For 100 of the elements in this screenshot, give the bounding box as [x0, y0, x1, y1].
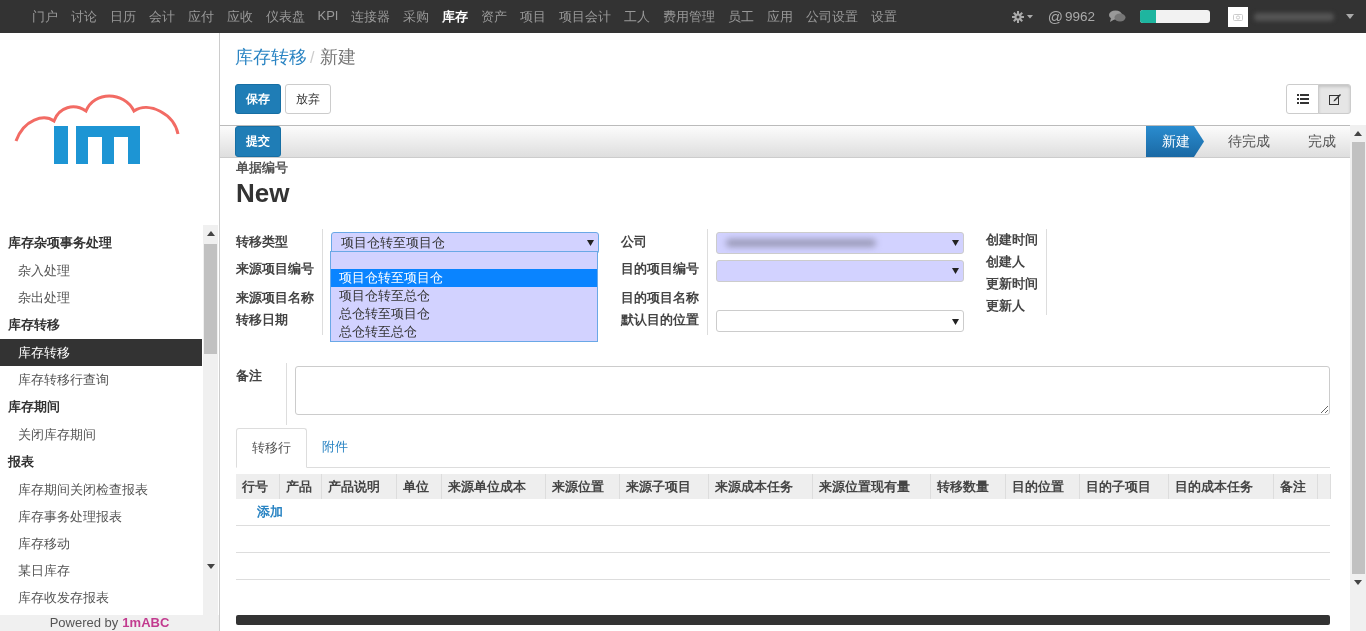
sidebar-item[interactable]: 库存转移行查询: [0, 366, 202, 393]
dropdown-option[interactable]: 总仓转至项目仓: [331, 305, 597, 323]
menu-item[interactable]: 资产: [474, 7, 514, 26]
list-view-button[interactable]: [1286, 84, 1319, 114]
section-heading: 库存期间: [7, 398, 61, 416]
menu-item[interactable]: 工人: [617, 7, 657, 26]
section-heading: 库存转移: [7, 316, 61, 334]
sidebar-item[interactable]: 库存移动: [0, 530, 202, 557]
menu-item[interactable]: 员工: [721, 7, 761, 26]
dropdown-option[interactable]: 总仓转至总仓: [331, 323, 597, 341]
caret-icon[interactable]: [1346, 14, 1354, 19]
menu-item[interactable]: 应用: [760, 7, 800, 26]
menu-item[interactable]: 库存: [435, 7, 475, 26]
menu-item[interactable]: 会计: [142, 7, 181, 26]
column-header: 行号: [236, 474, 280, 499]
menu-item[interactable]: 公司设置: [799, 7, 865, 26]
select-field[interactable]: [716, 231, 964, 254]
column-header: 来源位置: [546, 474, 620, 499]
menu-item[interactable]: 应收: [220, 7, 259, 26]
select-field[interactable]: [716, 310, 964, 332]
menu-item[interactable]: 应付: [181, 7, 220, 26]
tab[interactable]: 转移行: [236, 428, 307, 468]
section-heading: 库存杂项事务处理: [7, 234, 113, 252]
dropdown-option[interactable]: 项目仓转至项目仓: [331, 269, 597, 287]
field-label: 来源项目名称: [236, 289, 315, 307]
select-field[interactable]: 项目仓转至项目仓: [331, 231, 599, 254]
breadcrumb-separator: /: [310, 49, 315, 66]
column-header: 产品: [280, 474, 322, 499]
column-header: 备注: [1274, 474, 1318, 499]
sidebar-item[interactable]: 库存转移: [0, 339, 202, 366]
add-link[interactable]: 添加: [257, 499, 283, 525]
dropdown-arrow-icon: [952, 239, 959, 246]
dropdown-arrow-icon: [952, 267, 959, 274]
column-header: 转移数量: [931, 474, 1006, 499]
list-icon: [1296, 94, 1309, 104]
menu-item[interactable]: KPI: [311, 7, 345, 26]
breadcrumb-current: 新建: [320, 47, 357, 67]
status-stage[interactable]: 完成: [1284, 126, 1350, 157]
menu-item[interactable]: 讨论: [64, 7, 103, 26]
settings-icon[interactable]: [1011, 10, 1034, 23]
submit-button[interactable]: 提交: [235, 126, 281, 157]
sidebar-item[interactable]: 库存收发存报表: [0, 584, 202, 611]
sidebar-item[interactable]: 关闭库存期间: [0, 421, 202, 448]
save-button[interactable]: 保存: [235, 84, 281, 114]
field-label: 目的项目编号: [621, 260, 700, 278]
footer-text: Powered by: [49, 615, 119, 630]
column-header: 来源子项目: [620, 474, 709, 499]
field-label: 更新时间: [986, 275, 1039, 293]
field-label: 目的项目名称: [621, 289, 700, 307]
discard-button[interactable]: 放弃: [285, 84, 331, 114]
field-label: 创建时间: [986, 231, 1039, 249]
dropdown-arrow-icon: [952, 317, 959, 325]
breadcrumb-link[interactable]: 库存转移: [235, 47, 307, 67]
menu-item[interactable]: 连接器: [344, 7, 397, 26]
menu-item[interactable]: 仪表盘: [259, 7, 311, 26]
column-header: 产品说明: [322, 474, 397, 499]
menu-item[interactable]: 设置: [864, 7, 904, 26]
sidebar-item[interactable]: 杂入处理: [0, 257, 202, 284]
column-header: 目的位置: [1006, 474, 1080, 499]
dropdown-option[interactable]: 项目仓转至总仓: [331, 287, 597, 305]
document-number: New: [236, 177, 291, 210]
sidebar-item[interactable]: 库存期间关闭检查报表: [0, 476, 202, 503]
status-stage[interactable]: 新建: [1146, 126, 1204, 157]
field-label: 默认目的位置: [621, 311, 700, 329]
select-field[interactable]: [716, 259, 964, 282]
chat-icon[interactable]: [1109, 10, 1126, 23]
avatar-icon[interactable]: [1228, 6, 1248, 27]
notes-field[interactable]: [295, 366, 1330, 415]
menu-item[interactable]: 费用管理: [656, 7, 722, 26]
column-header: 单位: [397, 474, 442, 499]
field-label: 转移类型: [236, 233, 289, 251]
form-view-button[interactable]: [1318, 84, 1351, 114]
column-header: 来源单位成本: [442, 474, 546, 499]
menu-item[interactable]: 门户: [25, 7, 64, 26]
brand-link[interactable]: 1mABC: [122, 615, 170, 630]
field-label: 单据编号: [236, 159, 289, 176]
field-label: 转移日期: [236, 311, 289, 329]
dropdown-arrow-icon: [587, 239, 594, 246]
notification-count[interactable]: 9962: [1064, 9, 1095, 24]
edit-icon: [1328, 93, 1341, 105]
column-header: 来源位置现有量: [813, 474, 931, 499]
field-label: 公司: [621, 233, 648, 251]
scrollbar[interactable]: [203, 225, 218, 615]
status-stage[interactable]: 待完成: [1204, 126, 1284, 157]
tab[interactable]: 附件: [307, 428, 363, 467]
sidebar-item[interactable]: 杂出处理: [0, 284, 202, 311]
menu-item[interactable]: 项目会计: [552, 7, 618, 26]
field-label: 来源项目编号: [236, 260, 315, 278]
column-header: 目的成本任务: [1169, 474, 1274, 499]
column-header: 目的子项目: [1080, 474, 1169, 499]
menu-item[interactable]: 项目: [513, 7, 553, 26]
menu-item[interactable]: 采购: [396, 7, 436, 26]
sidebar-item[interactable]: 库存事务处理报表: [0, 503, 202, 530]
horizontal-scrollbar[interactable]: [236, 615, 1330, 625]
field-label: 备注: [236, 367, 263, 385]
scrollbar[interactable]: [1350, 125, 1366, 631]
section-heading: 报表: [6, 453, 35, 471]
sidebar-item[interactable]: 某日库存: [0, 557, 202, 584]
mention-icon[interactable]: @: [1047, 8, 1063, 25]
menu-item[interactable]: 日历: [103, 7, 142, 26]
